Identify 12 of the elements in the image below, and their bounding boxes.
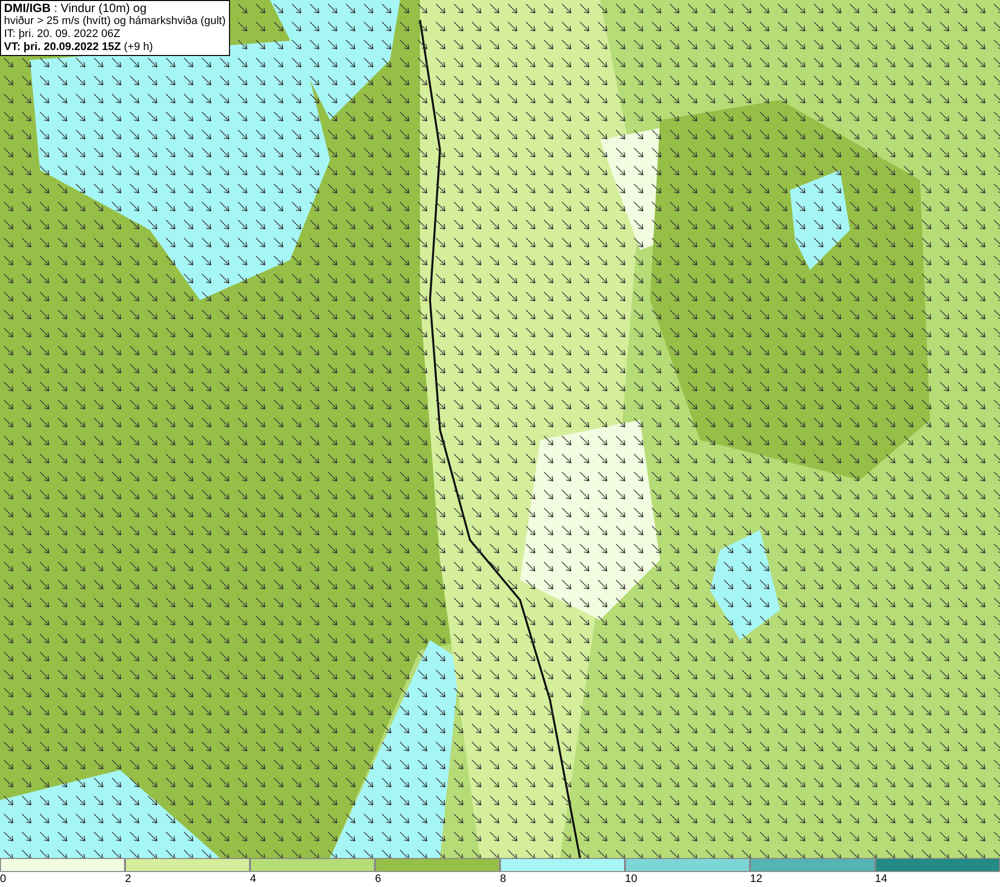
title-line: VT: þri. 20.09.2022 15Z (+9 h) [4, 41, 154, 54]
legend-tick: 12 [750, 872, 762, 887]
legend-tick: 2 [125, 872, 132, 887]
legend-tick: 0 [0, 872, 6, 887]
legend-tick: 4 [250, 872, 256, 887]
legend-tick: 8 [500, 872, 506, 887]
title-line: DMI/IGB : Vindur (10m) og [4, 2, 148, 15]
legend-tick: 14 [875, 872, 888, 887]
title-line: IT: þri. 20. 09. 2022 06Z [4, 28, 122, 41]
title-line: hviður > 25 m/s (hvítt) og hámarkshviða (gult) [4, 15, 226, 28]
legend-tick: 10 [625, 872, 638, 887]
legend-tick: 6 [375, 872, 382, 887]
